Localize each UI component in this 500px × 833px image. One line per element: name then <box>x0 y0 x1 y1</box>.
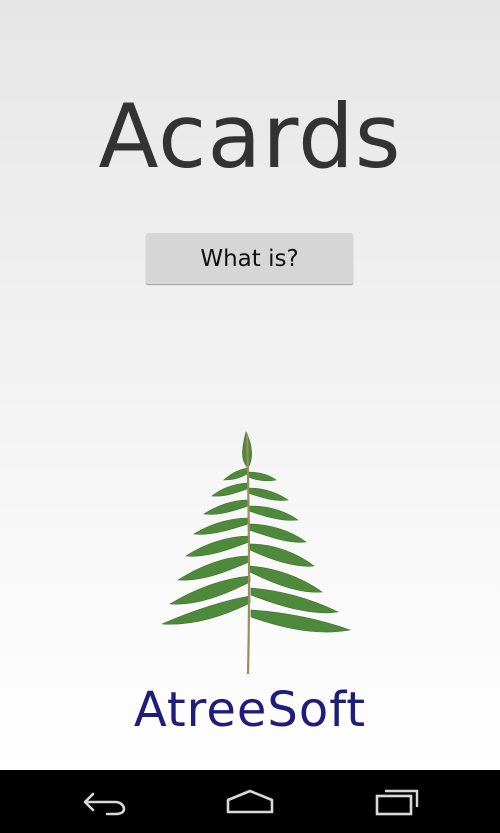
recent-apps-button[interactable] <box>352 770 442 833</box>
fern-leaf-icon <box>161 431 352 675</box>
what-is-button[interactable]: What is? <box>146 233 353 284</box>
system-navigation-bar <box>0 770 500 833</box>
recent-apps-icon <box>375 789 419 815</box>
back-button[interactable] <box>60 770 150 833</box>
app-screen: Acards What is? AtreeSoft <box>0 0 500 770</box>
back-arrow-icon <box>83 792 126 815</box>
app-title: Acards <box>98 85 402 188</box>
brand-name: AtreeSoft <box>133 682 367 738</box>
home-icon <box>226 789 274 813</box>
home-button[interactable] <box>205 770 295 833</box>
